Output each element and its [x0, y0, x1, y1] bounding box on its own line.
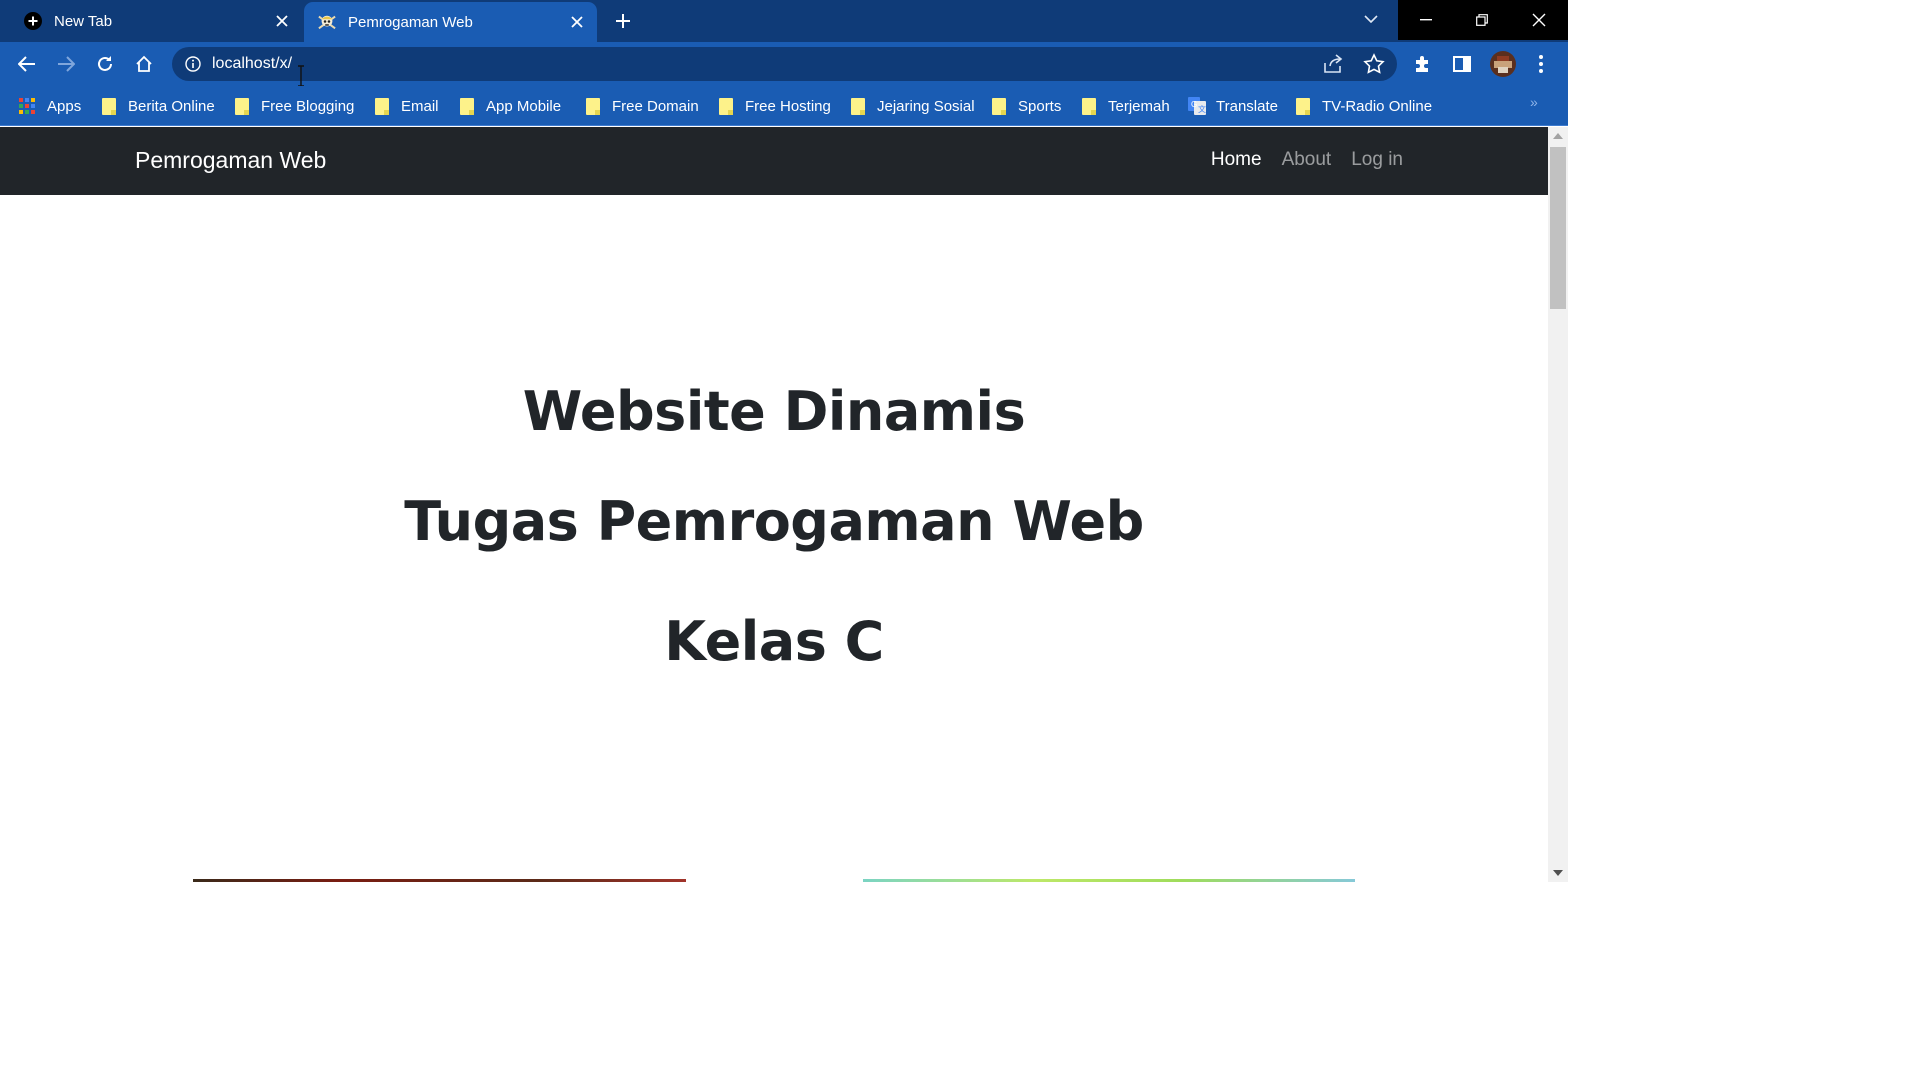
folder-icon [1296, 97, 1310, 115]
side-panel-icon [1453, 56, 1471, 72]
bookmarks-bar: Apps Berita Online Free Blogging Email A… [0, 86, 1568, 126]
text-cursor-icon [298, 65, 304, 87]
bookmark-label: TV-Radio Online [1322, 97, 1433, 115]
image-card-right [863, 879, 1355, 882]
nav-home-link[interactable]: Home [1211, 149, 1262, 171]
bookmark-label: Email [401, 97, 439, 115]
bookmark-folder[interactable]: Sports [992, 94, 1061, 118]
url-input[interactable] [212, 47, 1292, 81]
tab-strip: New Tab Pemrogaman Web [0, 0, 1568, 42]
bookmarks-overflow-button[interactable]: » [1530, 94, 1538, 110]
scroll-down-arrow-icon[interactable] [1553, 870, 1563, 876]
kebab-menu-icon [1539, 55, 1543, 73]
bookmark-folder[interactable]: Free Blogging [235, 94, 354, 118]
plus-icon [616, 14, 630, 28]
folder-icon [719, 97, 733, 115]
svg-text:文: 文 [1198, 104, 1206, 114]
close-window-button[interactable] [1510, 0, 1568, 40]
nav-about-link[interactable]: About [1282, 149, 1332, 171]
tab-close-icon[interactable] [270, 9, 294, 33]
page-scrollbar[interactable] [1548, 127, 1568, 882]
folder-icon [460, 97, 474, 115]
pirate-skull-favicon [318, 13, 336, 31]
reload-icon [98, 56, 112, 71]
bookmark-label: Apps [47, 97, 82, 115]
folder-icon [235, 97, 249, 115]
bookmark-folder[interactable]: Berita Online [102, 94, 215, 118]
back-button[interactable] [13, 50, 41, 78]
bookmark-label: Translate [1216, 97, 1278, 115]
menu-button[interactable] [1527, 50, 1555, 78]
folder-icon [992, 97, 1006, 115]
bookmark-star-icon[interactable] [1363, 53, 1385, 75]
extensions-button[interactable] [1409, 50, 1437, 78]
home-icon [136, 55, 152, 72]
new-tab-plus-icon [24, 12, 42, 30]
tab-search-button[interactable] [1358, 6, 1384, 32]
bookmark-label: Jejaring Sosial [877, 97, 975, 115]
bookmark-label: App Mobile [486, 97, 562, 115]
bookmark-label: Sports [1018, 97, 1062, 115]
new-tab-button[interactable] [608, 6, 638, 36]
svg-text:G: G [1191, 100, 1197, 109]
address-bar[interactable] [172, 47, 1397, 81]
google-translate-icon: G 文 [1188, 97, 1206, 115]
folder-icon [102, 97, 116, 115]
folder-icon [1082, 97, 1096, 115]
scrollbar-thumb[interactable] [1550, 147, 1566, 309]
bookmark-folder[interactable]: Jejaring Sosial [851, 94, 975, 118]
hero-heading-1: Website Dinamis [522, 380, 1026, 443]
bookmark-label: Terjemah [1108, 97, 1170, 115]
bookmark-folder[interactable]: Terjemah [1082, 94, 1170, 118]
restore-button[interactable] [1454, 0, 1510, 40]
bookmark-folder[interactable]: App Mobile [460, 94, 561, 118]
share-icon[interactable] [1322, 54, 1344, 74]
nav-links: Home About Log in [1211, 149, 1403, 171]
chevron-down-icon [1364, 15, 1378, 23]
site-brand-link[interactable]: Pemrogaman Web [135, 147, 326, 174]
page-viewport: Pemrogaman Web Home About Log in Website… [0, 127, 1548, 882]
nav-login-link[interactable]: Log in [1351, 149, 1403, 171]
bookmark-label: Free Hosting [745, 97, 831, 115]
tab-close-icon[interactable] [565, 10, 589, 34]
restore-icon [1476, 14, 1488, 26]
bookmark-folder[interactable]: Free Domain [586, 94, 699, 118]
minimize-icon [1420, 19, 1432, 21]
home-button[interactable] [130, 50, 158, 78]
site-info-icon[interactable] [184, 55, 202, 73]
tab-pemrogaman-web[interactable]: Pemrogaman Web [304, 2, 597, 42]
folder-icon [375, 97, 389, 115]
tab-title: Pemrogaman Web [348, 13, 473, 31]
folder-icon [851, 97, 865, 115]
image-card-left [193, 879, 686, 882]
folder-icon [586, 97, 600, 115]
hero-heading-2: Tugas Pemrogaman Web [404, 490, 1144, 553]
side-panel-button[interactable] [1448, 50, 1476, 78]
profile-avatar[interactable] [1488, 49, 1518, 79]
forward-button[interactable] [52, 50, 80, 78]
bookmark-folder[interactable]: Free Hosting [719, 94, 831, 118]
arrow-left-icon [18, 56, 35, 72]
tab-new-tab[interactable]: New Tab [0, 0, 302, 42]
bookmark-label: Free Domain [612, 97, 699, 115]
minimize-button[interactable] [1398, 0, 1454, 40]
bookmark-folder[interactable]: TV-Radio Online [1296, 94, 1432, 118]
bookmark-folder[interactable]: Email [375, 94, 439, 118]
site-navbar: Pemrogaman Web Home About Log in [0, 127, 1548, 195]
browser-toolbar [0, 42, 1568, 86]
avatar-icon [1490, 51, 1516, 77]
bookmark-label: Berita Online [128, 97, 215, 115]
scroll-up-arrow-icon[interactable] [1553, 133, 1563, 139]
bookmark-translate[interactable]: G 文 Translate [1188, 94, 1278, 118]
reload-button[interactable] [91, 50, 119, 78]
close-icon [1532, 13, 1546, 27]
bookmark-apps[interactable]: Apps [19, 94, 81, 118]
bookmark-label: Free Blogging [261, 97, 355, 115]
apps-grid-icon [19, 98, 35, 114]
arrow-right-icon [58, 56, 75, 72]
tab-title: New Tab [54, 12, 113, 30]
hero-heading-3: Kelas C [664, 610, 884, 673]
puzzle-icon [1416, 56, 1428, 72]
